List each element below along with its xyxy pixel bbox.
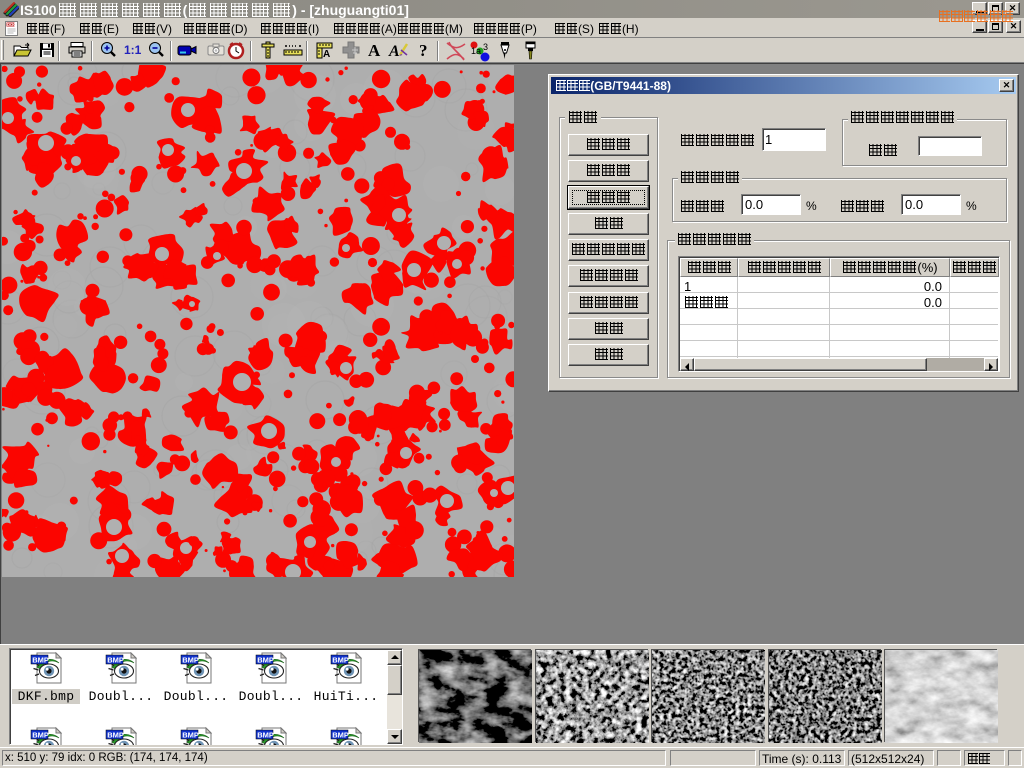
svg-text:BMP: BMP	[107, 655, 124, 664]
svg-text:A: A	[368, 41, 381, 60]
svg-text:1:1: 1:1	[124, 43, 142, 57]
svg-text:BMP: BMP	[107, 730, 124, 739]
svg-text:BMP: BMP	[332, 655, 349, 664]
svg-text:BMP: BMP	[182, 730, 199, 739]
svg-text:?: ?	[419, 41, 428, 60]
svg-text:1a: 1a	[471, 46, 481, 56]
svg-text:BMP: BMP	[182, 655, 199, 664]
svg-text:A: A	[323, 49, 330, 60]
svg-text:A: A	[388, 43, 400, 60]
svg-text:BMP: BMP	[257, 730, 274, 739]
svg-text:DOC: DOC	[7, 22, 16, 27]
svg-text:BMP: BMP	[257, 655, 274, 664]
svg-text:BMP: BMP	[32, 655, 49, 664]
svg-text:BMP: BMP	[32, 730, 49, 739]
svg-text:3: 3	[483, 42, 488, 52]
svg-text:BMP: BMP	[332, 730, 349, 739]
